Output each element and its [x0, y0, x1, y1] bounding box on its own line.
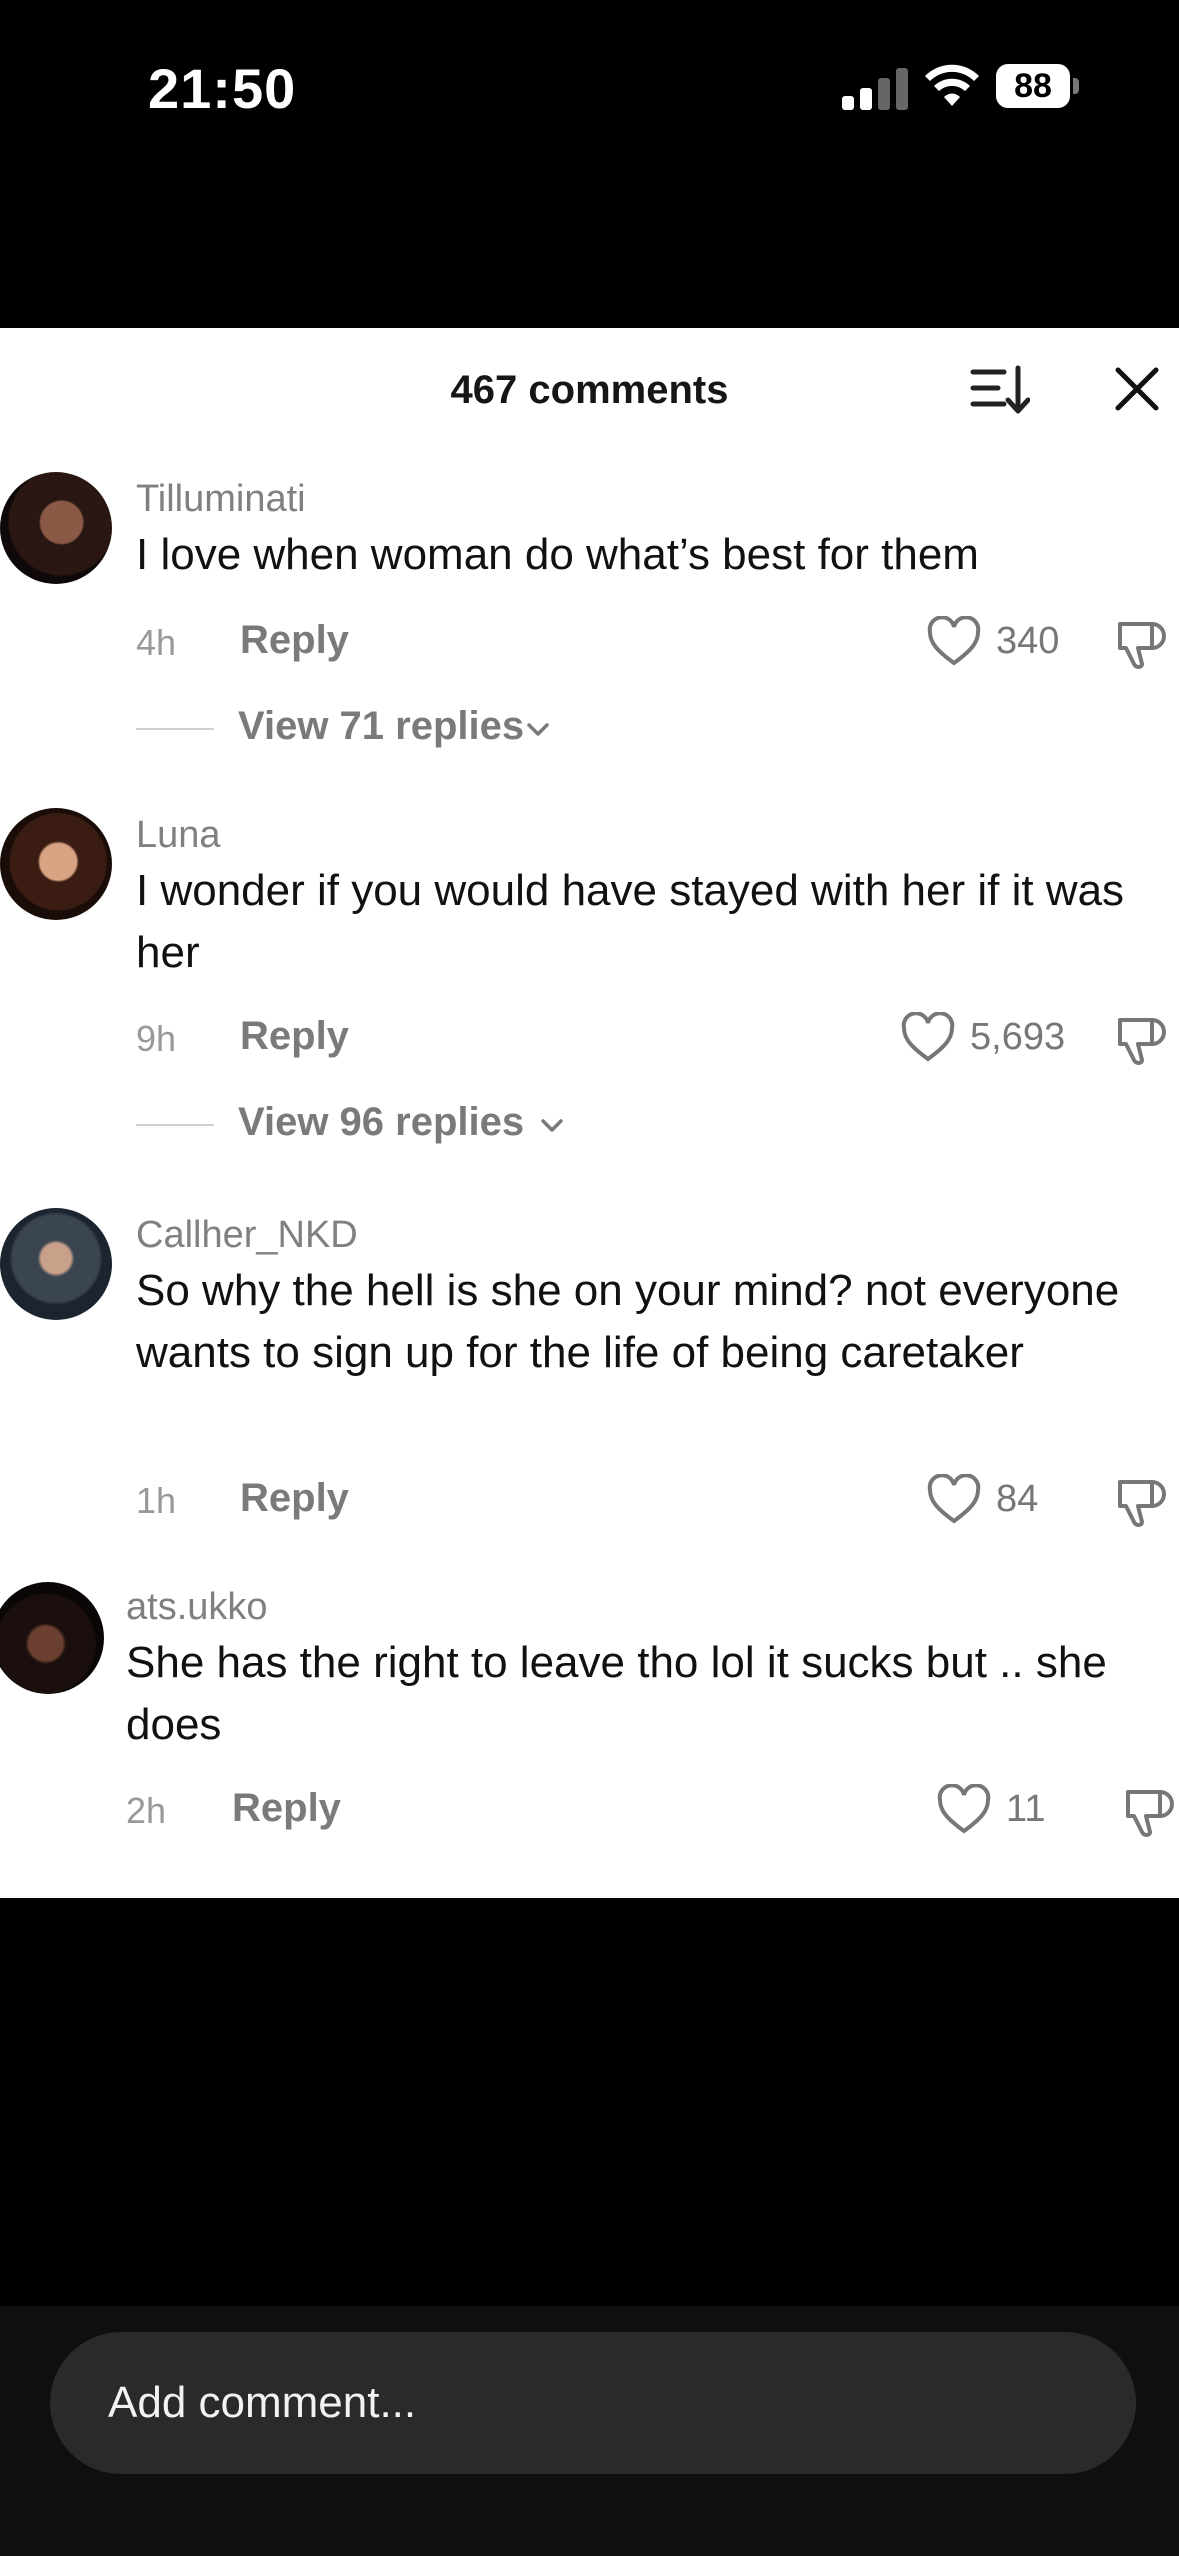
avatar[interactable] [0, 472, 112, 584]
avatar[interactable] [0, 1582, 104, 1694]
comment-item: Luna I wonder if you would have stayed w… [0, 808, 1179, 1188]
signal-icon [842, 66, 910, 110]
comment-item: Callher_NKD So why the hell is she on yo… [0, 1208, 1179, 1568]
dislike-icon[interactable] [1114, 616, 1170, 672]
wifi-icon [925, 64, 979, 106]
reply-button[interactable]: Reply [240, 1476, 349, 1521]
battery-icon: 88 [996, 64, 1079, 108]
comment-text: She has the right to leave tho lol it su… [126, 1638, 1107, 1749]
view-replies-label: View 96 replies [238, 1100, 525, 1144]
comment-time: 2h [126, 1790, 167, 1831]
reply-button[interactable]: Reply [232, 1786, 341, 1831]
dislike-icon[interactable] [1114, 1012, 1170, 1068]
status-time: 21:50 [148, 57, 297, 120]
view-replies-button[interactable]: View 71 replies [136, 704, 556, 754]
comment-text: I wonder if you would have stayed with h… [136, 866, 1125, 977]
comment-time: 4h [136, 622, 177, 663]
reply-button[interactable]: Reply [240, 618, 349, 663]
comment-actions: 1h Reply 84 [0, 1472, 1179, 1528]
sort-icon[interactable] [970, 364, 1030, 416]
comment-time: 9h [136, 1018, 177, 1059]
like-count: 84 [996, 1478, 1039, 1520]
add-comment-input[interactable] [50, 2332, 1136, 2474]
sheet-header: 467 comments [0, 328, 1179, 448]
comment-username[interactable]: ats.ukko [126, 1586, 268, 1629]
close-icon[interactable] [1112, 364, 1162, 414]
avatar[interactable] [0, 808, 112, 920]
battery-level: 88 [1014, 67, 1052, 105]
comment-actions: 9h Reply 5,693 [0, 1010, 1179, 1066]
comment-text: I love when woman do what’s best for the… [136, 530, 979, 579]
comment-username[interactable]: Tilluminati [136, 478, 306, 521]
avatar[interactable] [0, 1208, 112, 1320]
view-replies-divider [136, 728, 214, 730]
heart-icon[interactable] [936, 1784, 992, 1836]
heart-icon[interactable] [926, 616, 982, 668]
comment-username[interactable]: Luna [136, 814, 221, 857]
heart-icon[interactable] [926, 1474, 982, 1526]
chevron-down-icon [541, 1119, 563, 1132]
status-bar: 21:50 88 [0, 0, 1179, 330]
view-replies-button[interactable]: View 96 replies [136, 1100, 576, 1150]
comment-actions: 2h Reply 11 [0, 1782, 1179, 1838]
comment-time: 1h [136, 1480, 177, 1521]
like-count: 5,693 [970, 1016, 1066, 1058]
reply-button[interactable]: Reply [240, 1014, 349, 1059]
comment-text: So why the hell is she on your mind? not… [136, 1266, 1120, 1377]
view-replies-label: View 71 replies [238, 704, 525, 748]
comment-username[interactable]: Callher_NKD [136, 1214, 358, 1257]
comment-composer-bar [0, 2306, 1179, 2556]
like-count: 11 [1006, 1788, 1046, 1830]
chevron-down-icon [527, 723, 549, 736]
view-replies-divider [136, 1124, 214, 1126]
heart-icon[interactable] [900, 1012, 956, 1064]
comments-sheet: 467 comments Tilluminati I love when wom… [0, 328, 1179, 1898]
comment-item: Tilluminati I love when woman do what’s … [0, 472, 1179, 802]
dislike-icon[interactable] [1122, 1784, 1178, 1840]
comment-item: ats.ukko She has the right to leave tho … [0, 1582, 1179, 1882]
like-count: 340 [996, 620, 1060, 662]
comment-actions: 4h Reply 340 [0, 614, 1179, 670]
dislike-icon[interactable] [1114, 1474, 1170, 1530]
